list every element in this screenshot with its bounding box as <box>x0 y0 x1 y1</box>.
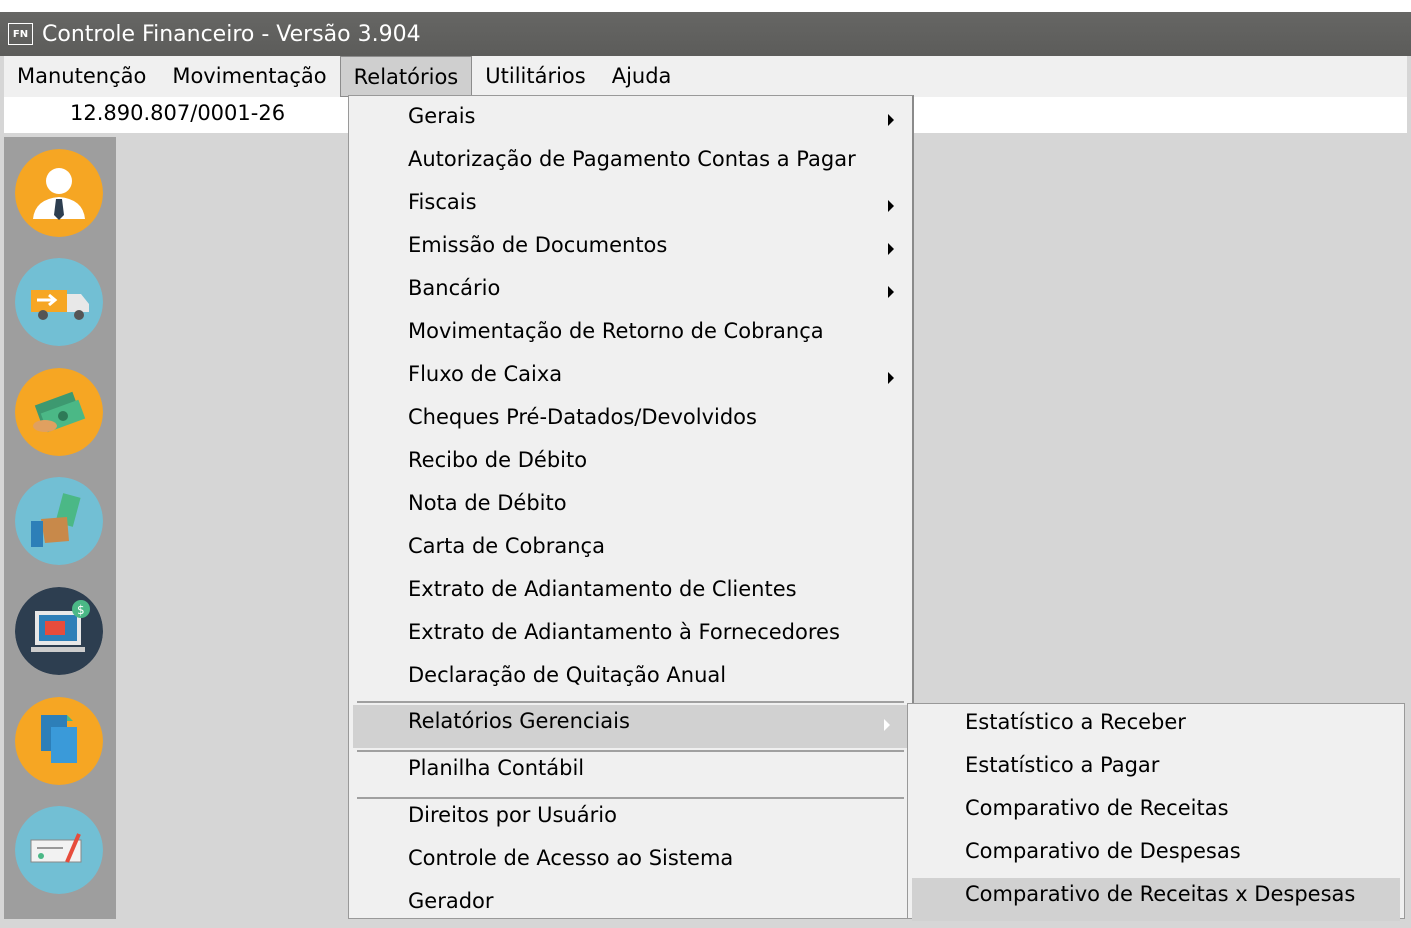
relatorios-dropdown-menu: Gerais Autorização de Pagamento Contas a… <box>348 95 914 919</box>
menu-manutencao[interactable]: Manutenção <box>4 56 159 97</box>
menu-item-autorizacao-pagamento[interactable]: Autorização de Pagamento Contas a Pagar <box>349 143 912 186</box>
menu-item-fluxo-caixa[interactable]: Fluxo de Caixa <box>349 358 912 401</box>
menu-item-label: Recibo de Débito <box>408 448 588 472</box>
delivery-truck-icon[interactable] <box>15 258 103 346</box>
check-icon[interactable] <box>15 806 103 894</box>
submenu-item-comparativo-receitas[interactable]: Comparativo de Receitas <box>908 792 1404 835</box>
user-icon[interactable] <box>15 149 103 237</box>
menu-separator <box>357 701 904 703</box>
documents-icon[interactable] <box>15 697 103 785</box>
menu-ajuda[interactable]: Ajuda <box>599 56 685 97</box>
app-icon: FN <box>8 23 33 45</box>
menu-item-label: Fluxo de Caixa <box>408 362 563 386</box>
menu-item-nota-debito[interactable]: Nota de Débito <box>349 487 912 530</box>
company-cnpj: 12.890.807/0001-26 <box>70 101 286 125</box>
menu-movimentacao[interactable]: Movimentação <box>159 56 339 97</box>
menu-item-label: Movimentação de Retorno de Cobrança <box>408 319 824 343</box>
submenu-arrow-icon <box>888 372 894 384</box>
sidebar: $ <box>4 137 116 919</box>
menu-item-emissao-documentos[interactable]: Emissão de Documentos <box>349 229 912 272</box>
submenu-item-estatistico-receber[interactable]: Estatístico a Receber <box>908 706 1404 749</box>
menu-item-label: Direitos por Usuário <box>408 803 617 827</box>
menu-item-label: Autorização de Pagamento Contas a Pagar <box>408 147 856 171</box>
window-title: Controle Financeiro - Versão 3.904 <box>42 21 421 47</box>
submenu-item-label: Estatístico a Pagar <box>965 753 1160 777</box>
submenu-item-estatistico-pagar[interactable]: Estatístico a Pagar <box>908 749 1404 792</box>
menu-bar: Manutenção Movimentação Relatórios Utili… <box>4 56 1407 97</box>
menu-item-carta-cobranca[interactable]: Carta de Cobrança <box>349 530 912 573</box>
submenu-arrow-icon <box>888 114 894 126</box>
menu-item-direitos-usuario[interactable]: Direitos por Usuário <box>349 799 912 842</box>
menu-item-label: Gerador <box>408 889 494 913</box>
submenu-arrow-icon <box>888 243 894 255</box>
money-icon[interactable] <box>15 368 103 456</box>
menu-item-label: Gerais <box>408 104 476 128</box>
submenu-item-comparativo-despesas[interactable]: Comparativo de Despesas <box>908 835 1404 878</box>
relatorios-gerenciais-submenu: Estatístico a Receber Estatístico a Paga… <box>907 703 1405 921</box>
menu-item-gerais[interactable]: Gerais <box>349 100 912 143</box>
menu-item-label: Planilha Contábil <box>408 756 585 780</box>
menu-item-label: Nota de Débito <box>408 491 567 515</box>
submenu-item-comparativo-receitas-despesas[interactable]: Comparativo de Receitas x Despesas <box>912 878 1400 921</box>
menu-item-cheques[interactable]: Cheques Pré-Datados/Devolvidos <box>349 401 912 444</box>
menu-item-label: Fiscais <box>408 190 477 214</box>
menu-item-bancario[interactable]: Bancário <box>349 272 912 315</box>
menu-item-label: Cheques Pré-Datados/Devolvidos <box>408 405 757 429</box>
submenu-arrow-icon <box>888 286 894 298</box>
menu-item-label: Emissão de Documentos <box>408 233 668 257</box>
menu-item-label: Extrato de Adiantamento de Clientes <box>408 577 797 601</box>
payment-hand-icon[interactable] <box>15 477 103 565</box>
menu-item-label: Relatórios Gerenciais <box>408 709 630 733</box>
submenu-item-label: Comparativo de Despesas <box>965 839 1241 863</box>
menu-item-planilha-contabil[interactable]: Planilha Contábil <box>349 752 912 795</box>
submenu-arrow-icon <box>888 200 894 212</box>
menu-item-label: Declaração de Quitação Anual <box>408 663 727 687</box>
menu-item-recibo-debito[interactable]: Recibo de Débito <box>349 444 912 487</box>
menu-item-label: Controle de Acesso ao Sistema <box>408 846 734 870</box>
menu-item-quitacao-anual[interactable]: Declaração de Quitação Anual <box>349 659 912 702</box>
submenu-arrow-icon <box>884 719 890 731</box>
submenu-item-label: Comparativo de Receitas x Despesas <box>965 882 1356 906</box>
top-strip <box>0 0 1411 12</box>
menu-item-extrato-clientes[interactable]: Extrato de Adiantamento de Clientes <box>349 573 912 616</box>
computer-billing-icon[interactable]: $ <box>15 587 103 675</box>
svg-text:$: $ <box>77 603 85 617</box>
menu-item-extrato-fornecedores[interactable]: Extrato de Adiantamento à Fornecedores <box>349 616 912 659</box>
menu-item-gerador[interactable]: Gerador <box>349 885 912 928</box>
menu-utilitarios[interactable]: Utilitários <box>472 56 598 97</box>
submenu-item-label: Comparativo de Receitas <box>965 796 1229 820</box>
submenu-item-label: Estatístico a Receber <box>965 710 1186 734</box>
menu-item-fiscais[interactable]: Fiscais <box>349 186 912 229</box>
menu-relatorios[interactable]: Relatórios <box>339 56 473 97</box>
title-bar: FN Controle Financeiro - Versão 3.904 <box>0 12 1411 56</box>
menu-item-controle-acesso[interactable]: Controle de Acesso ao Sistema <box>349 842 912 885</box>
menu-item-retorno-cobranca[interactable]: Movimentação de Retorno de Cobrança <box>349 315 912 358</box>
menu-item-relatorios-gerenciais[interactable]: Relatórios Gerenciais <box>353 705 908 748</box>
menu-item-label: Extrato de Adiantamento à Fornecedores <box>408 620 840 644</box>
menu-item-label: Carta de Cobrança <box>408 534 605 558</box>
menu-item-label: Bancário <box>408 276 501 300</box>
